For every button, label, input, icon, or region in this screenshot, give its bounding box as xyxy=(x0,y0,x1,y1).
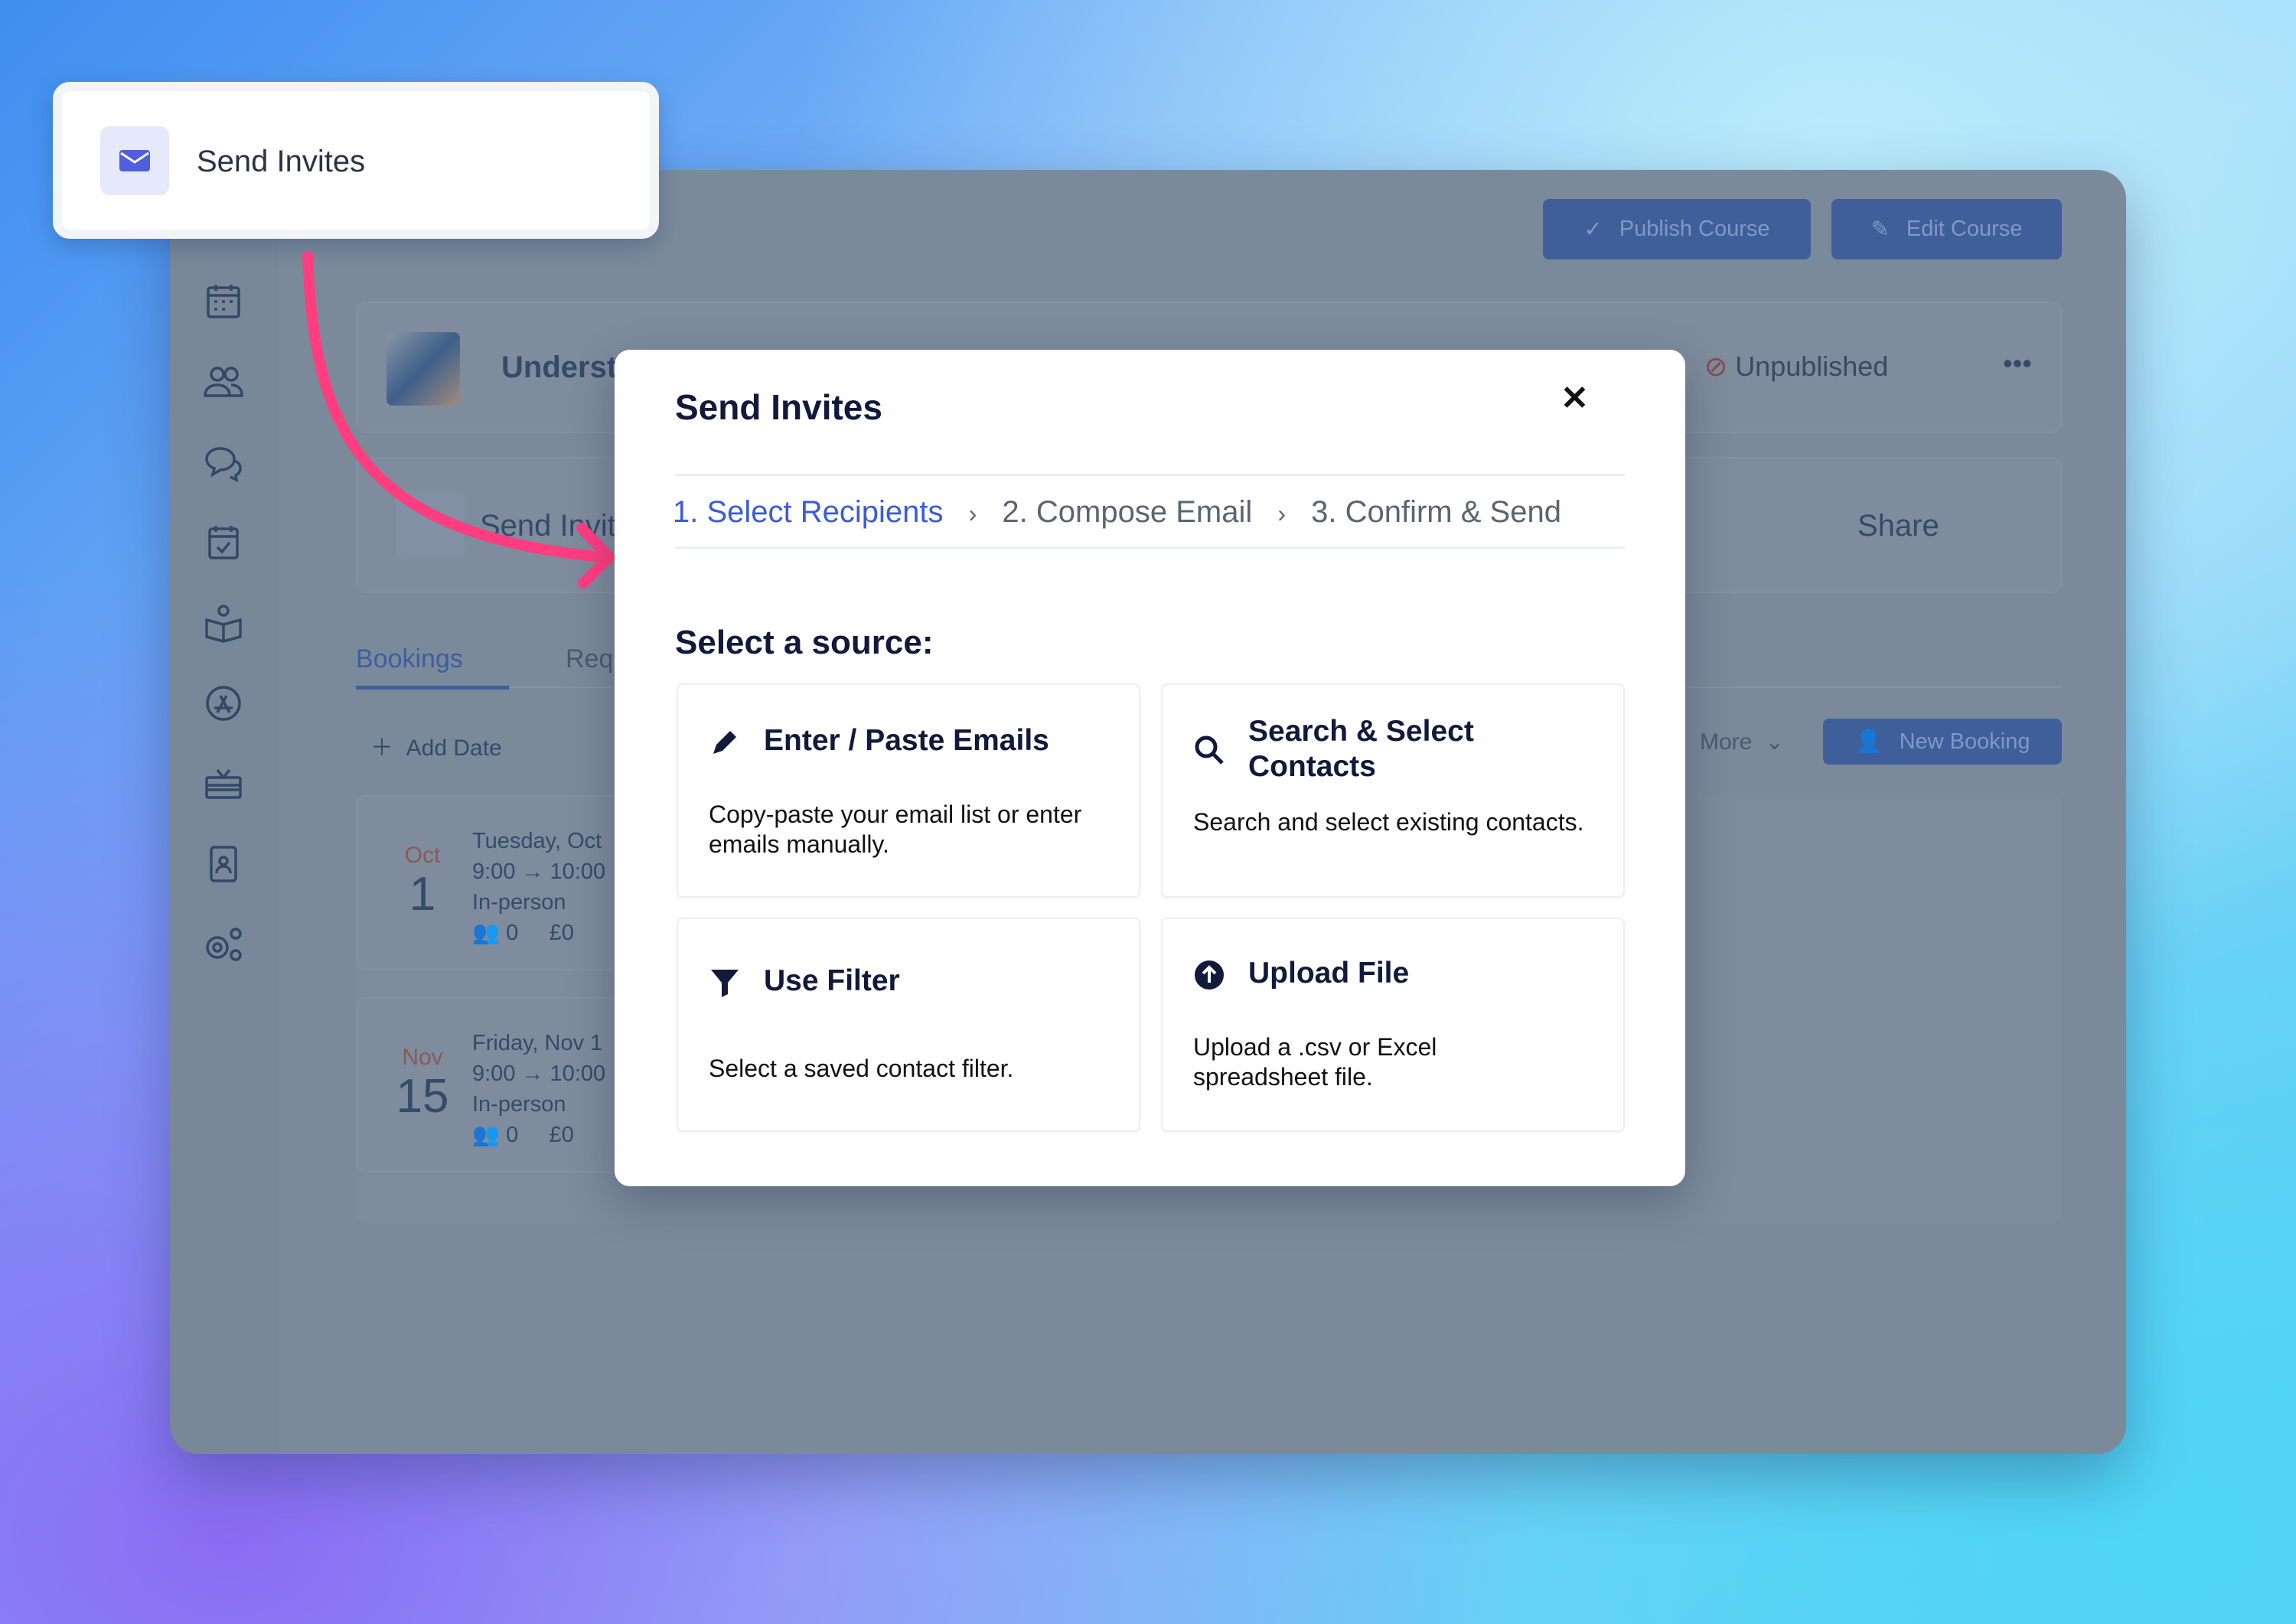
step-select-recipients[interactable]: 1. Select Recipients xyxy=(673,495,944,529)
chevron-right-icon: › xyxy=(1277,500,1286,527)
pencil-icon xyxy=(713,731,736,754)
modal-title: Send Invites xyxy=(675,387,882,427)
option-use-filter[interactable]: Use Filter Select a saved contact filter… xyxy=(677,918,1140,1132)
option-enter-paste-emails[interactable]: Enter / Paste Emails Copy-paste your ema… xyxy=(677,683,1140,898)
stepper: 1. Select Recipients › 2. Compose Email … xyxy=(673,495,1561,530)
option-description: Select a saved contact filter. xyxy=(709,1055,1014,1082)
option-title: Enter / Paste Emails xyxy=(764,724,1049,757)
option-upload-file[interactable]: Upload File Upload a .csv or Excel sprea… xyxy=(1161,918,1625,1132)
option-description: Copy-paste your email list or enter emai… xyxy=(709,801,1082,858)
close-icon[interactable]: ✕ xyxy=(1561,379,1589,418)
option-title: Search & Select Contacts xyxy=(1248,715,1474,783)
option-title: Upload File xyxy=(1248,957,1410,990)
chevron-right-icon: › xyxy=(968,500,977,527)
option-description: Search and select existing contacts. xyxy=(1193,808,1584,836)
option-description: Upload a .csv or Excel spreadsheet file. xyxy=(1193,1033,1437,1091)
step-compose-email[interactable]: 2. Compose Email xyxy=(1002,495,1252,529)
divider xyxy=(675,474,1625,476)
search-icon xyxy=(1195,735,1224,765)
step-confirm-send[interactable]: 3. Confirm & Send xyxy=(1311,495,1561,529)
option-search-select-contacts[interactable]: Search & Select Contacts Search and sele… xyxy=(1161,683,1625,898)
upload-icon xyxy=(1195,960,1224,990)
send-invites-modal: Send Invites ✕ 1. Select Recipients › 2.… xyxy=(615,350,1685,1186)
option-title: Use Filter xyxy=(764,964,900,997)
divider xyxy=(675,546,1625,549)
section-title: Select a source: xyxy=(675,624,934,661)
filter-icon xyxy=(711,970,739,997)
